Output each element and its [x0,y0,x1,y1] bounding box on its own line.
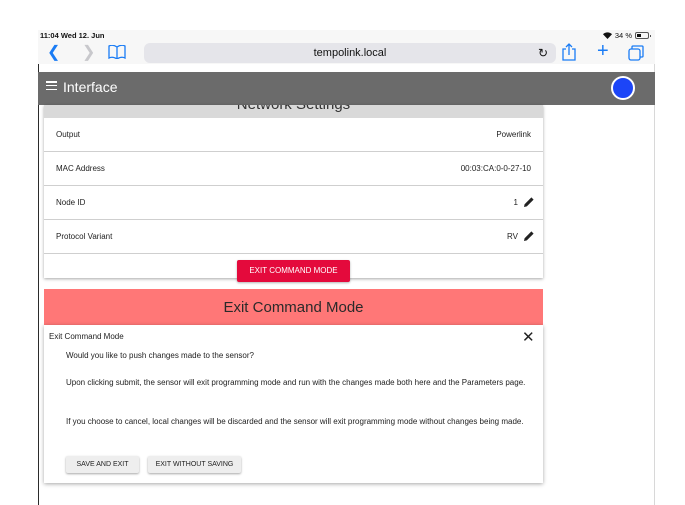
modal-banner: Exit Command Mode [44,289,543,325]
hamburger-menu-icon[interactable] [46,81,57,90]
row-value: 1 [513,198,518,207]
settings-row-mac-address: MAC Address 00:03:CA:0-0-27-10 [44,152,543,186]
dialog-cancel-info: If you choose to cancel, local changes w… [66,417,524,426]
share-icon[interactable] [562,43,576,66]
row-value: RV [507,232,518,241]
bookmarks-icon[interactable] [108,44,126,64]
avatar[interactable] [611,76,635,100]
settings-row-protocol-variant: Protocol Variant RV [44,220,543,254]
status-indicators: 34 % [602,31,651,40]
card-title: Network Settings [44,105,543,113]
dialog-title: Exit Command Mode [49,332,124,341]
card-actions: EXIT COMMAND MODE [44,254,543,286]
card-header: Network Settings [44,105,543,118]
dialog-submit-info: Upon clicking submit, the sensor will ex… [66,378,526,387]
new-tab-icon[interactable]: + [597,41,609,61]
row-value: 00:03:CA:0-0-27-10 [460,164,531,173]
forward-icon[interactable]: ❯ [82,44,95,62]
dialog-question: Would you like to push changes made to t… [66,351,254,360]
app-frame: 11:04 Wed 12. Jun 34 % ❮ ❯ tempolink.loc… [0,0,685,505]
exit-command-mode-dialog: Exit Command Mode ✕ Would you like to pu… [44,325,543,483]
row-label: Protocol Variant [56,232,113,241]
save-and-exit-button[interactable]: SAVE AND EXIT [66,456,139,473]
row-label: Output [56,130,81,139]
wifi-icon [602,32,612,39]
status-time: 11:04 Wed 12. Jun [40,31,105,40]
reload-icon[interactable]: ↻ [538,43,548,63]
url-text: tempolink.local [313,47,387,59]
exit-without-saving-button[interactable]: EXIT WITHOUT SAVING [148,456,241,473]
network-settings-card: Network Settings Output Powerlink MAC Ad… [44,105,543,282]
edit-pencil-icon[interactable] [523,230,535,242]
back-icon[interactable]: ❮ [47,44,60,62]
url-bar[interactable]: tempolink.local ↻ [144,43,556,63]
edit-pencil-icon[interactable] [523,196,535,208]
browser-toolbar: ❮ ❯ tempolink.local ↻ + [38,41,655,66]
settings-row-node-id: Node ID 1 [44,186,543,220]
settings-row-output: Output Powerlink [44,118,543,152]
battery-percent: 34 % [614,31,632,40]
tabs-icon[interactable] [628,45,644,66]
status-bar: 11:04 Wed 12. Jun 34 % [38,30,655,42]
row-value: Powerlink [496,130,531,139]
exit-command-mode-button[interactable]: EXIT COMMAND MODE [237,260,350,282]
row-label: MAC Address [56,164,105,173]
row-label: Node ID [56,198,86,207]
app-header: Interface [38,72,655,105]
battery-icon [635,32,651,39]
close-icon[interactable]: ✕ [522,330,535,345]
app-title: Interface [63,79,118,95]
